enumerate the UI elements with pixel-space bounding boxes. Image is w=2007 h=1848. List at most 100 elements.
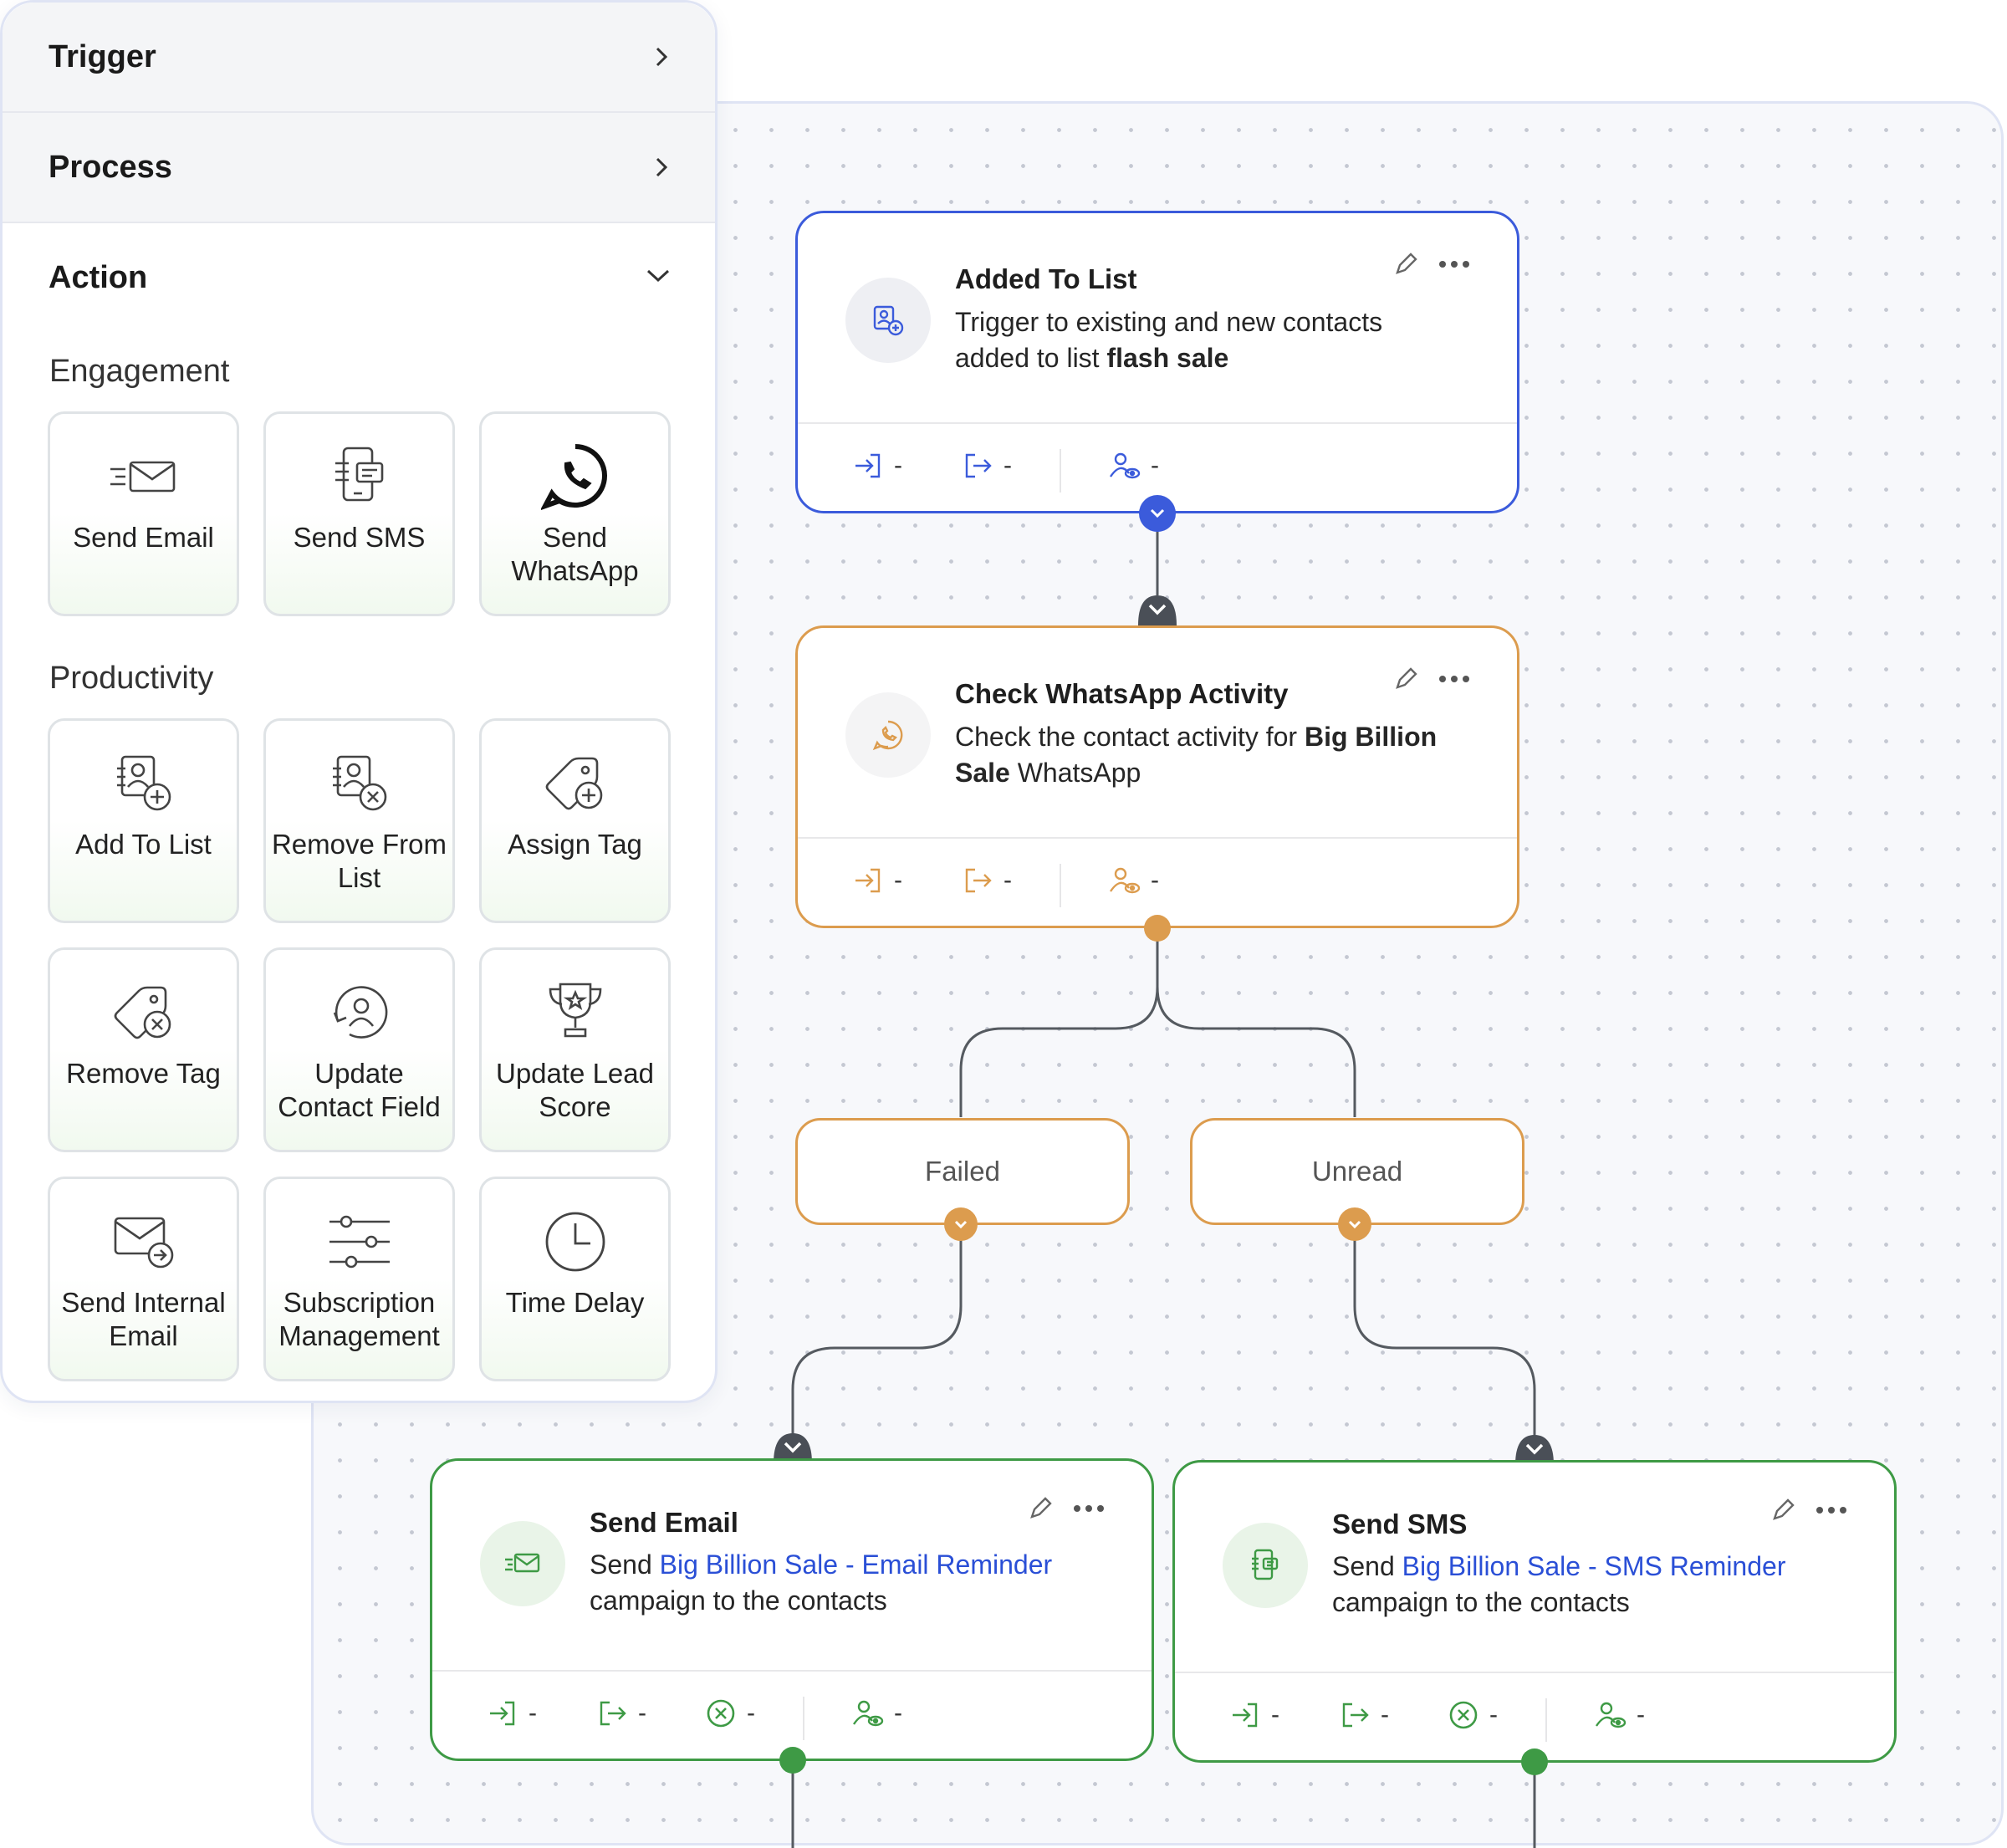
node-title: Added To List <box>955 263 1137 294</box>
tile-remove-tag[interactable]: Remove Tag <box>48 947 239 1152</box>
entered-stat[interactable]: - <box>1229 1699 1279 1731</box>
send-email-icon <box>110 461 175 493</box>
exited-stat[interactable]: - <box>596 1697 646 1729</box>
remove-tag-icon <box>114 986 171 1039</box>
assign-tag-icon <box>545 757 602 810</box>
exit-icon <box>600 1701 626 1726</box>
exited-stat[interactable]: - <box>962 865 1012 896</box>
remove-from-list-icon <box>332 755 386 811</box>
node-title: Send SMS <box>1332 1509 1468 1539</box>
chevron-down-icon <box>1150 508 1165 518</box>
send-email-icon <box>480 1521 565 1606</box>
tile-send-whatsapp[interactable]: Send WhatsApp <box>479 411 671 616</box>
branch-label: Failed <box>925 1156 1000 1187</box>
entry-icon <box>855 453 881 478</box>
failed-stat[interactable]: - <box>1448 1699 1498 1731</box>
more-options-icon[interactable] <box>1815 1506 1847 1514</box>
tile-label: Add To List <box>75 829 212 860</box>
user-view-icon <box>1110 867 1141 894</box>
entered-stat[interactable]: - <box>852 450 902 482</box>
entered-stat[interactable]: - <box>487 1697 537 1729</box>
branch-unread-toggle[interactable] <box>1338 1207 1371 1241</box>
section-label: Action <box>49 260 148 295</box>
action-node-send-email[interactable]: Send Email Send Big Billion Sale - Email… <box>430 1458 1154 1761</box>
entry-icon <box>1233 1703 1258 1728</box>
edit-icon[interactable] <box>1026 1494 1055 1523</box>
campaign-link[interactable]: Big Billion Sale - SMS Reminder <box>1402 1551 1786 1581</box>
failed-icon <box>1449 1701 1478 1729</box>
branch-label: Unread <box>1311 1156 1403 1187</box>
trophy-icon <box>549 983 601 1038</box>
send-sms-icon <box>1223 1523 1308 1608</box>
tile-add-to-list[interactable]: Add To List <box>48 718 239 923</box>
node-description: Send Big Billion Sale - Email Reminder c… <box>590 1549 1053 1616</box>
exit-icon <box>965 453 992 478</box>
tile-update-contact-field[interactable]: Update Contact Field <box>263 947 455 1152</box>
send-sms-icon <box>334 447 383 502</box>
tile-label: Subscription Management <box>278 1287 440 1351</box>
element-palette-panel: Trigger Process Action Engagement Send E… <box>0 0 718 1403</box>
tile-label: Assign Tag <box>508 829 642 860</box>
action-node-send-sms[interactable]: Send SMS Send Big Billion Sale - SMS Rem… <box>1172 1460 1897 1763</box>
condition-node-check-whatsapp[interactable]: Check WhatsApp Activity Check the contac… <box>795 625 1519 928</box>
group-label-engagement: Engagement <box>49 354 230 389</box>
section-trigger[interactable]: Trigger <box>3 3 715 111</box>
exit-icon <box>1342 1703 1369 1728</box>
tile-label: Time Delay <box>505 1287 645 1318</box>
chevron-down-icon <box>954 1220 968 1229</box>
chevron-down-icon <box>646 269 670 283</box>
edit-icon[interactable] <box>1392 665 1420 693</box>
more-options-icon[interactable] <box>1438 675 1470 683</box>
chevron-right-icon <box>656 157 668 177</box>
user-view-icon <box>1596 1702 1627 1728</box>
viewers-stat[interactable]: - <box>1107 450 1159 482</box>
sliders-icon <box>329 1215 390 1269</box>
viewers-stat[interactable]: - <box>1107 865 1159 896</box>
whatsapp-icon <box>845 692 931 778</box>
more-options-icon[interactable] <box>1438 260 1470 268</box>
section-label: Trigger <box>49 39 156 74</box>
exited-stat[interactable]: - <box>962 450 1012 482</box>
edit-icon[interactable] <box>1392 250 1420 278</box>
tile-update-lead-score[interactable]: Update Lead Score <box>479 947 671 1152</box>
entered-stat[interactable]: - <box>852 865 902 896</box>
section-process[interactable]: Process <box>3 113 715 222</box>
branch-failed-toggle[interactable] <box>944 1207 978 1241</box>
exit-icon <box>965 868 992 893</box>
section-action[interactable]: Action <box>3 223 715 332</box>
node-description: Check the contact activity for Big Billi… <box>955 722 1438 788</box>
tile-label: Update Contact Field <box>278 1058 441 1122</box>
tile-label: Remove Tag <box>66 1058 221 1089</box>
viewers-stat[interactable]: - <box>850 1697 902 1729</box>
campaign-link[interactable]: Big Billion Sale - Email Reminder <box>660 1549 1053 1580</box>
connector-dot-sms[interactable] <box>1521 1748 1548 1775</box>
node-title: Send Email <box>590 1507 738 1538</box>
tile-send-sms[interactable]: Send SMS <box>263 411 455 616</box>
user-view-icon <box>1110 452 1141 479</box>
tile-subscription-management[interactable]: Subscription Management <box>263 1177 455 1381</box>
chevron-down-icon <box>1348 1220 1361 1229</box>
tile-time-delay[interactable]: Time Delay <box>479 1177 671 1381</box>
trigger-node-added-to-list[interactable]: Added To List Trigger to existing and ne… <box>795 211 1519 513</box>
tile-label: Send WhatsApp <box>511 522 639 586</box>
tile-assign-tag[interactable]: Assign Tag <box>479 718 671 923</box>
failed-stat[interactable]: - <box>705 1697 755 1729</box>
tile-label: Remove From List <box>271 829 447 893</box>
expand-toggle-trigger[interactable] <box>1139 495 1176 532</box>
tile-label: Send Internal Email <box>61 1287 226 1351</box>
exited-stat[interactable]: - <box>1339 1699 1389 1731</box>
node-description: Send Big Billion Sale - SMS Reminder cam… <box>1332 1551 1786 1617</box>
tile-send-internal-email[interactable]: Send Internal Email <box>48 1177 239 1381</box>
more-options-icon[interactable] <box>1073 1504 1105 1513</box>
node-title: Check WhatsApp Activity <box>955 678 1289 709</box>
tile-label: Send SMS <box>293 522 426 553</box>
tile-send-email[interactable]: Send Email <box>48 411 239 616</box>
add-to-list-icon <box>116 755 171 811</box>
connector-dot-email[interactable] <box>779 1747 806 1774</box>
send-internal-email-icon <box>114 1217 173 1269</box>
viewers-stat[interactable]: - <box>1593 1699 1645 1731</box>
edit-icon[interactable] <box>1769 1496 1797 1524</box>
failed-icon <box>707 1699 735 1728</box>
connector-dot-check[interactable] <box>1144 915 1171 942</box>
tile-remove-from-list[interactable]: Remove From List <box>263 718 455 923</box>
